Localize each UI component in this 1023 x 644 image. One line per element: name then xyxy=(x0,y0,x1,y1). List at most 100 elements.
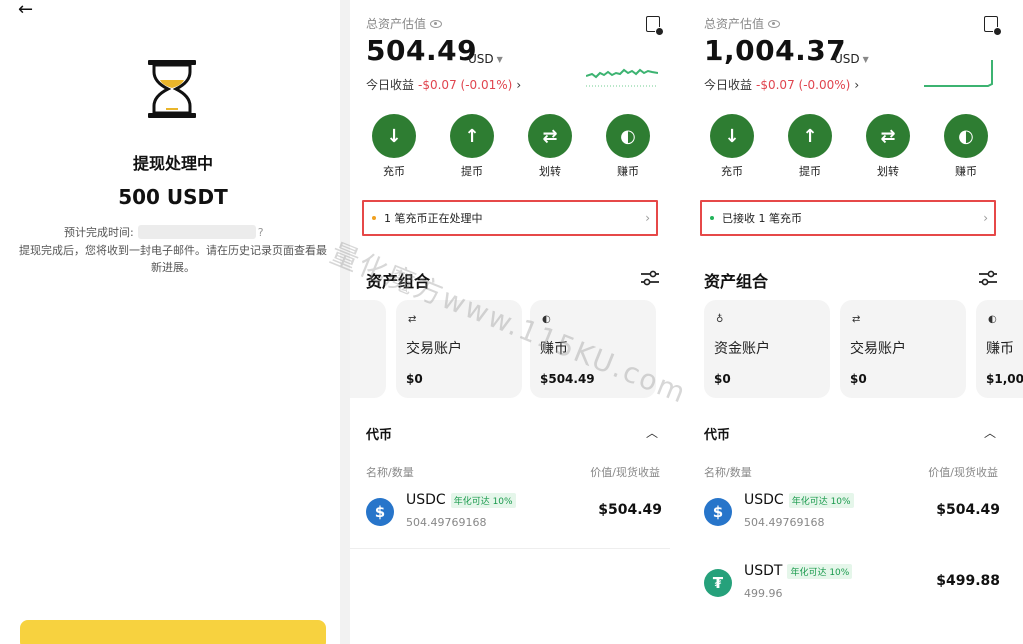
assets-panel-1: 总资产估值 504.49 USD ▼ 今日收益 -$0.07 (-0.01%) ›… xyxy=(350,0,690,644)
deposit-icon: ↓ xyxy=(710,114,754,158)
withdrawal-amount: 500 USDT xyxy=(118,185,228,209)
deposit-label: 充币 xyxy=(383,165,405,178)
status-title: 提现处理中 xyxy=(132,154,213,173)
chevron-down-icon: ▼ xyxy=(496,54,503,64)
account-card[interactable] xyxy=(350,300,386,398)
currency-selector[interactable]: USD ▼ xyxy=(834,52,869,66)
token-name: USDC xyxy=(406,492,446,508)
eta-tail: ? xyxy=(257,225,264,239)
deposit-button[interactable]: ↓ 充币 xyxy=(710,114,754,179)
eta-row: 预计完成时间: ? xyxy=(64,224,264,240)
pnl-row[interactable]: 今日收益 -$0.07 (-0.00%) › xyxy=(704,76,859,93)
token-qty: 499.96 xyxy=(744,587,783,600)
eye-icon[interactable] xyxy=(768,19,781,28)
withdrawal-status-panel: ← 提现处理中 500 USDT 预计完成时间: ? 提现完成后，您将收到一封电… xyxy=(0,0,340,644)
sparkline-chart xyxy=(924,60,993,87)
wallet-icon: ♁ xyxy=(716,314,724,325)
chevron-right-icon: › xyxy=(854,77,860,92)
withdraw-button[interactable]: ↑ 提币 xyxy=(788,114,832,179)
currency-selector[interactable]: USD ▼ xyxy=(468,52,503,66)
back-arrow-icon[interactable]: ← xyxy=(18,1,40,19)
transfer-button[interactable]: ⇄ 划转 xyxy=(528,114,572,179)
status-dot xyxy=(710,216,714,220)
account-card-trading[interactable]: ⇄ 交易账户 $0 xyxy=(396,300,522,398)
withdraw-icon: ↑ xyxy=(450,114,494,158)
total-assets-label: 总资产估值 xyxy=(366,15,443,32)
token-value: $504.49 xyxy=(598,502,662,518)
column-header-value: 价值/现货收益 xyxy=(590,466,660,479)
chevron-up-icon[interactable]: ︿ xyxy=(984,424,996,441)
usdc-icon: $ xyxy=(704,498,732,526)
token-name: USDT xyxy=(744,563,783,579)
account-card-earn[interactable]: ◐ 赚币 $1,00 xyxy=(976,300,1023,398)
earn-label: 赚币 xyxy=(617,165,639,178)
total-assets-text: 总资产估值 xyxy=(366,17,427,31)
chevron-down-icon: ▼ xyxy=(862,54,869,64)
currency-label: USD xyxy=(468,52,494,66)
pnl-row[interactable]: 今日收益 -$0.07 (-0.01%) › xyxy=(366,76,521,93)
card-value: $504.49 xyxy=(540,372,595,386)
transfer-button[interactable]: ⇄ 划转 xyxy=(866,114,910,179)
card-name: 交易账户 xyxy=(406,341,462,357)
tokens-title: 代币 xyxy=(366,428,393,443)
usdc-icon: $ xyxy=(366,498,394,526)
notice-text: 已接收 1 笔充币 xyxy=(722,212,802,225)
portfolio-title: 资产组合 xyxy=(704,272,769,291)
deposit-notice[interactable]: 已接收 1 笔充币 › xyxy=(700,200,996,236)
filter-icon[interactable] xyxy=(640,270,660,286)
transfer-icon: ⇄ xyxy=(408,314,417,325)
withdraw-button[interactable]: ↑ 提币 xyxy=(450,114,494,179)
card-value: $0 xyxy=(714,372,731,386)
portfolio-title: 资产组合 xyxy=(366,272,431,291)
earn-button[interactable]: ◐ 赚币 xyxy=(606,114,650,179)
token-qty: 504.49769168 xyxy=(406,516,487,529)
chevron-right-icon: › xyxy=(983,211,988,225)
deposit-button[interactable]: ↓ 充币 xyxy=(372,114,416,179)
account-card-earn[interactable]: ◐ 赚币 $504.49 xyxy=(530,300,656,398)
column-header-value: 价值/现货收益 xyxy=(928,466,998,479)
account-card-trading[interactable]: ⇄ 交易账户 $0 xyxy=(840,300,966,398)
deposit-label: 充币 xyxy=(721,165,743,178)
sparkline-chart xyxy=(586,68,658,87)
quick-actions: ↓ 充币 ↑ 提币 ⇄ 划转 ◐ 赚币 xyxy=(704,114,1004,178)
pnl-label: 今日收益 xyxy=(366,78,415,92)
token-row-usdc[interactable]: $ USDC 年化可达 10% 504.49769168 $504.49 xyxy=(704,492,1000,542)
card-value: $0 xyxy=(850,372,867,386)
column-header-name: 名称/数量 xyxy=(704,466,752,479)
bottom-action-button[interactable] xyxy=(20,620,326,644)
pnl-value: -$0.07 (-0.00%) xyxy=(756,77,851,92)
account-card-funding[interactable]: ♁ 资金账户 $0 xyxy=(704,300,830,398)
apy-badge: 年化可达 10% xyxy=(788,492,854,508)
divider xyxy=(350,548,670,549)
card-name: 资金账户 xyxy=(714,341,770,357)
token-row-usdt[interactable]: ₮ USDT 年化可达 10% 499.96 $499.88 xyxy=(704,563,1000,613)
status-description: 提现完成后，您将收到一封电子邮件。请在历史记录页面查看最新进展。 xyxy=(19,244,327,274)
token-name-row: USDC 年化可达 10% xyxy=(744,492,854,508)
eta-label: 预计完成时间: xyxy=(64,226,134,239)
column-header-name: 名称/数量 xyxy=(366,466,414,479)
earn-icon: ◐ xyxy=(944,114,988,158)
token-row-usdc[interactable]: $ USDC 年化可达 10% 504.49769168 $504.49 xyxy=(366,492,662,542)
history-icon[interactable] xyxy=(984,16,1002,36)
deposit-notice[interactable]: 1 笔充币正在处理中 › xyxy=(362,200,658,236)
eye-icon[interactable] xyxy=(430,19,443,28)
status-dot xyxy=(372,216,376,220)
screenshot-root: ← 提现处理中 500 USDT 预计完成时间: ? 提现完成后，您将收到一封电… xyxy=(0,0,1023,644)
earn-icon: ◐ xyxy=(606,114,650,158)
card-name: 赚币 xyxy=(540,341,568,357)
apy-badge: 年化可达 10% xyxy=(787,563,853,579)
tokens-title: 代币 xyxy=(704,428,731,443)
withdraw-icon: ↑ xyxy=(788,114,832,158)
divider xyxy=(340,0,350,644)
chevron-right-icon: › xyxy=(516,77,522,92)
chevron-up-icon[interactable]: ︿ xyxy=(646,424,658,441)
total-assets-label: 总资产估值 xyxy=(704,15,781,32)
usdt-icon: ₮ xyxy=(704,569,732,597)
account-cards: ⇄ 交易账户 $0 ◐ 赚币 $504.49 xyxy=(350,300,690,398)
pnl-label: 今日收益 xyxy=(704,78,753,92)
filter-icon[interactable] xyxy=(978,270,998,286)
withdraw-label: 提币 xyxy=(799,165,821,178)
account-cards: ♁ 资金账户 $0 ⇄ 交易账户 $0 ◐ 赚币 $1,00 xyxy=(688,300,1023,398)
earn-button[interactable]: ◐ 赚币 xyxy=(944,114,988,179)
history-icon[interactable] xyxy=(646,16,664,36)
